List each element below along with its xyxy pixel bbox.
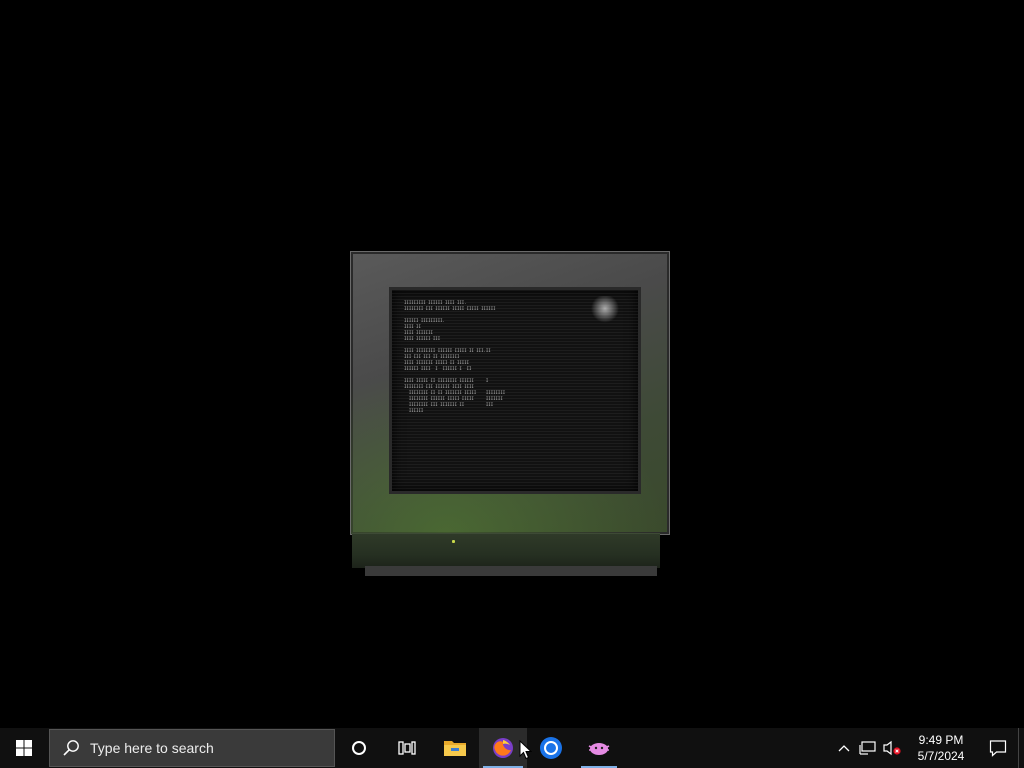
- windows-logo-icon: [16, 740, 32, 756]
- search-box[interactable]: Type here to search: [49, 729, 335, 767]
- cortana-button[interactable]: [335, 728, 383, 768]
- circle-icon: [352, 741, 366, 755]
- firefox-icon: [493, 738, 513, 758]
- network-icon: [859, 741, 876, 755]
- taskbar: Type here to search 9:49 PM 5/7/2024: [0, 728, 1024, 768]
- search-icon: [63, 740, 79, 756]
- pink-creature-icon: [588, 743, 610, 755]
- crt-monitor-image: IIIIIIIII IIIIII IIII III. IIIIIIII III …: [350, 251, 670, 535]
- task-view-icon: [398, 741, 416, 755]
- notification-icon: [989, 740, 1007, 757]
- folder-icon: [444, 741, 466, 756]
- volume-button[interactable]: [880, 728, 904, 768]
- network-button[interactable]: [856, 728, 880, 768]
- pinned-app-button[interactable]: [575, 728, 623, 768]
- show-hidden-icons-button[interactable]: [832, 728, 856, 768]
- monitor-base: [352, 533, 660, 568]
- mouse-cursor-icon: [519, 740, 532, 760]
- chevron-up-icon: [838, 745, 850, 752]
- clock[interactable]: 9:49 PM 5/7/2024: [908, 732, 974, 764]
- volume-muted-icon: [883, 740, 901, 756]
- search-placeholder: Type here to search: [90, 740, 214, 756]
- show-desktop-button[interactable]: [1018, 728, 1024, 768]
- crt-screen: IIIIIIIII IIIIII IIII III. IIIIIIII III …: [389, 287, 641, 494]
- clock-time: 9:49 PM: [918, 733, 964, 747]
- scanlines: [392, 290, 638, 491]
- file-explorer-button[interactable]: [431, 728, 479, 768]
- task-view-button[interactable]: [383, 728, 431, 768]
- chrome-icon: [540, 737, 562, 759]
- desktop: IIIIIIIII IIIIII IIII III. IIIIIIII III …: [0, 0, 1024, 728]
- action-center-button[interactable]: [978, 728, 1018, 768]
- clock-date: 5/7/2024: [917, 749, 965, 763]
- chrome-button[interactable]: [527, 728, 575, 768]
- power-led: [452, 540, 455, 543]
- start-button[interactable]: [0, 728, 48, 768]
- monitor-foot: [365, 566, 657, 576]
- system-tray: 9:49 PM 5/7/2024: [832, 728, 1024, 768]
